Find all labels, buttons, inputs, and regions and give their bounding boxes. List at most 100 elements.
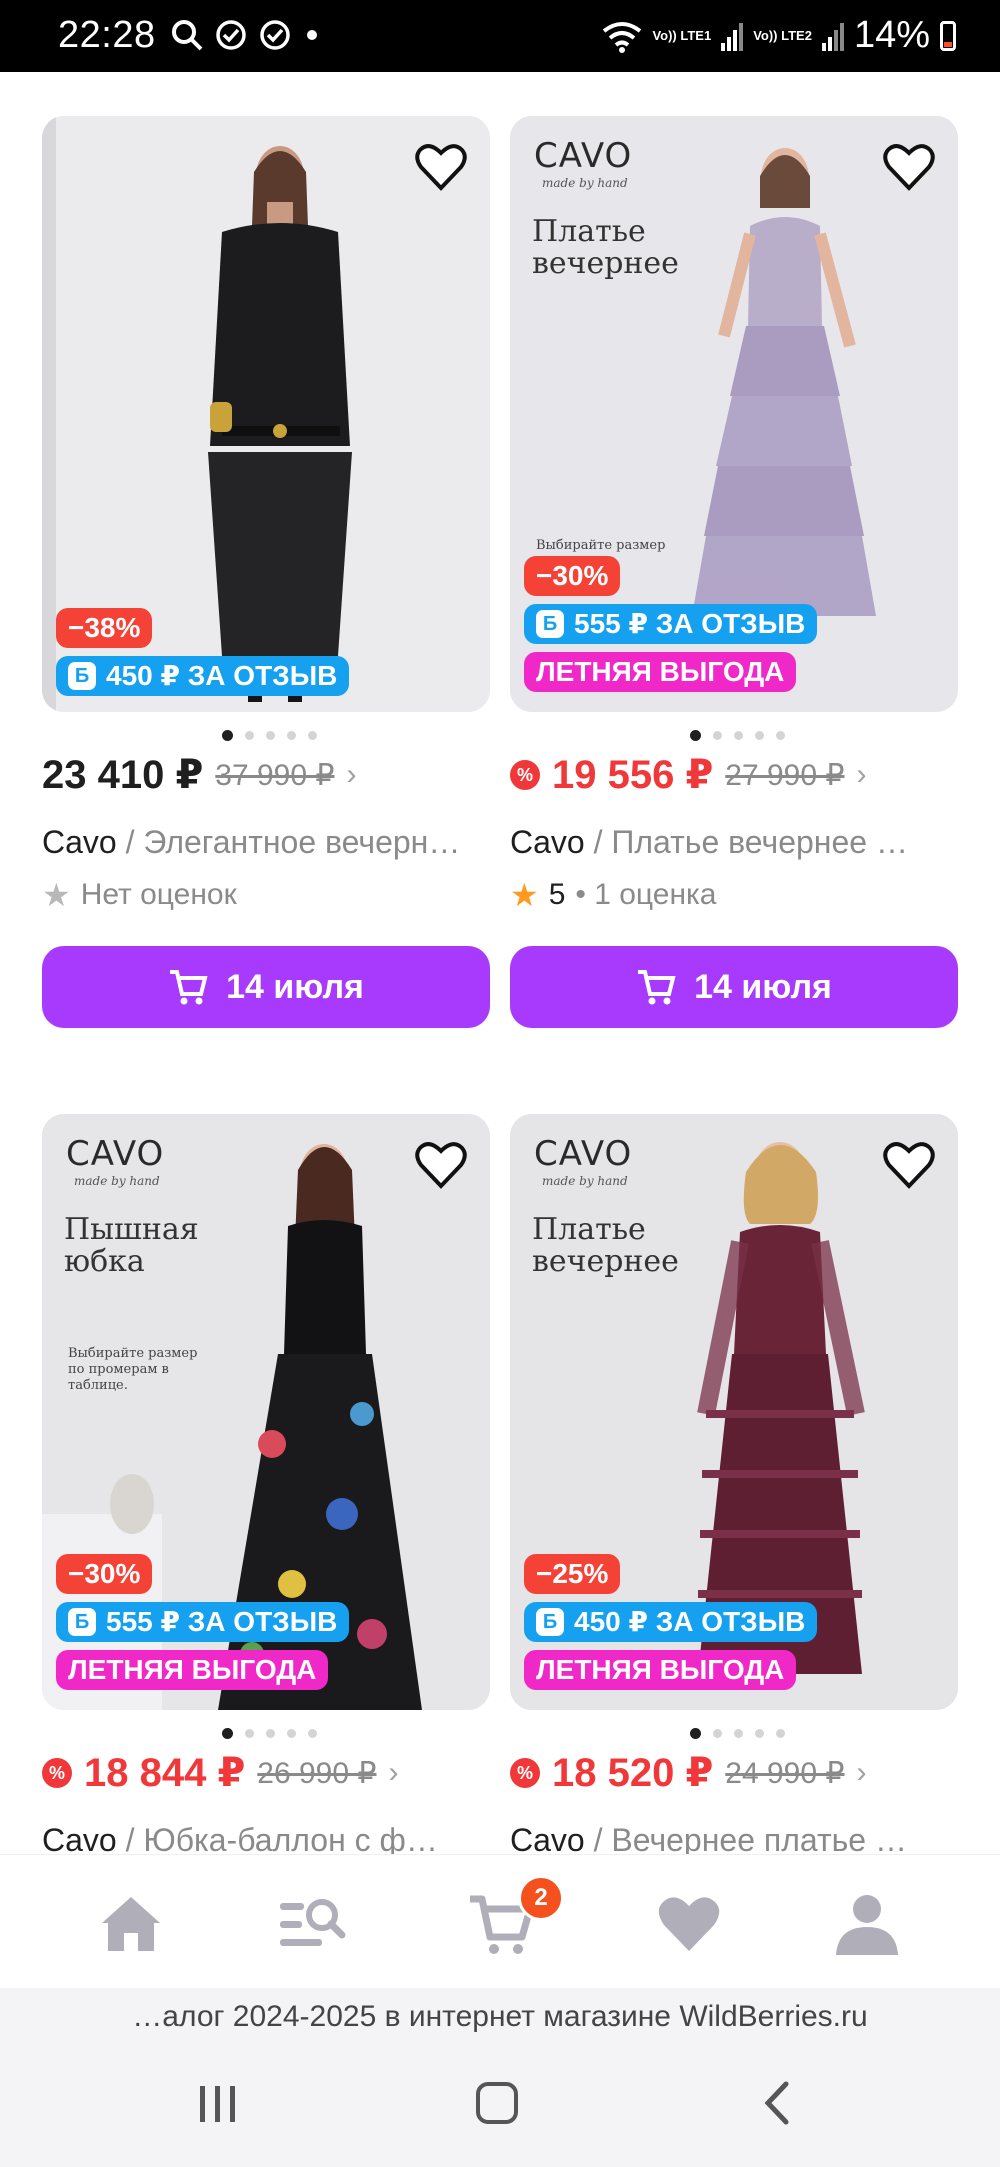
favorite-heart-icon[interactable] [880,138,938,196]
badge-stack: −30% Б 555 ₽ ЗА ОТЗЫВ ЛЕТНЯЯ ВЫГОДА [56,1554,350,1690]
old-price: 27 990 ₽ [725,758,845,792]
status-time: 22:28 [58,14,156,56]
price-row[interactable]: % 18 844 ₽ 26 990 ₽ › [42,1750,398,1796]
carousel-dot [734,731,743,740]
image-carousel-dots[interactable] [222,730,317,741]
delivery-date: 14 июля [694,967,832,1006]
product-photo[interactable]: CAVO made by hand Платье вечернее Выбира… [510,116,958,712]
product-name: / Элегантное вечерн… [116,824,461,860]
signal-icon [721,22,744,51]
rating-text: Нет оценок [80,878,237,911]
image-headline: Платье вечернее [532,214,679,281]
current-price: 18 520 ₽ [552,1751,714,1795]
carousel-dot [776,1729,785,1738]
carousel-dot [308,731,317,740]
check-circle-icon [260,20,290,50]
bonus-icon: Б [68,662,96,690]
add-to-cart-button[interactable]: 14 июля [42,946,490,1028]
product-photo[interactable]: CAVO made by hand Платье вечернее −25% Б… [510,1114,958,1710]
image-headline: Пышная юбка [64,1212,199,1279]
product-brand: Cavo [42,1822,117,1858]
carousel-dot [222,730,233,741]
review-bonus-badge: Б 555 ₽ ЗА ОТЗЫВ [524,604,818,644]
carousel-dot [776,731,785,740]
carousel-dot [690,730,701,741]
delivery-date: 14 июля [226,967,364,1006]
carousel-dot [287,731,296,740]
status-left-icons [170,18,322,52]
product-brand: Cavo [510,824,585,860]
product-title[interactable]: Cavo / Платье вечернее … [510,824,958,861]
home-button-icon[interactable] [474,2080,520,2126]
product-brand: Cavo [42,824,117,860]
search-icon [172,20,203,51]
catalog-search-icon[interactable] [276,1889,346,1959]
carousel-dot [755,731,764,740]
image-carousel-dots[interactable] [690,730,785,741]
product-title[interactable]: Cavo / Элегантное вечерн… [42,824,490,861]
favorites-icon[interactable] [654,1889,724,1959]
sim1-label: Vo)) LTE1 [652,27,712,43]
carousel-dot [755,1729,764,1738]
current-price: 18 844 ₽ [84,1751,246,1795]
chevron-right-icon: › [856,1756,867,1789]
image-carousel-dots[interactable] [690,1728,785,1739]
carousel-dot [308,1729,317,1738]
star-icon: ★ [510,877,539,913]
carousel-dot [287,1729,296,1738]
current-price: 23 410 ₽ [42,753,204,797]
bonus-icon: Б [536,610,564,638]
image-carousel-dots[interactable] [222,1728,317,1739]
battery-percent: 14% [853,14,930,56]
favorite-heart-icon[interactable] [412,1136,470,1194]
carousel-dot [266,1729,275,1738]
rating-row: ★ Нет оценок [42,876,237,914]
image-brand-logo: CAVO [534,1134,633,1174]
chevron-right-icon: › [856,758,867,791]
carousel-dot [245,731,254,740]
carousel-dot [713,1729,722,1738]
price-row[interactable]: % 18 520 ₽ 24 990 ₽ › [510,1750,866,1796]
product-name: / Платье вечернее … [584,824,908,860]
recent-apps-icon[interactable] [196,2082,240,2126]
wifi-icon [603,21,642,53]
product-photo[interactable]: CAVO made by hand Пышная юбка Выбирайте … [42,1114,490,1710]
signal-icon [821,22,844,51]
product-photo[interactable]: −38% Б 450 ₽ ЗА ОТЗЫВ [42,116,490,712]
image-brand-tagline: made by hand [74,1174,160,1188]
bonus-icon: Б [68,1608,96,1636]
review-bonus-badge: Б 450 ₽ ЗА ОТЗЫВ [524,1602,818,1642]
promo-percent-icon: % [510,1758,540,1788]
badge-stack: −30% Б 555 ₽ ЗА ОТЗЫВ ЛЕТНЯЯ ВЫГОДА [524,556,818,692]
summer-sale-badge: ЛЕТНЯЯ ВЫГОДА [524,652,797,692]
image-note: Выбирайте размер по промерам в таблице. [68,1346,198,1393]
favorite-heart-icon[interactable] [412,138,470,196]
carousel-dot [690,1728,701,1739]
sim2-label: Vo)) LTE2 [753,27,812,43]
discount-badge: −38% [56,608,153,648]
image-brand-logo: CAVO [66,1134,165,1174]
status-right: Vo)) LTE1 Vo)) LTE2 14% [602,14,956,57]
cart-icon [170,970,208,1005]
back-icon[interactable] [760,2080,794,2126]
price-row[interactable]: % 19 556 ₽ 27 990 ₽ › [510,752,866,798]
home-icon[interactable] [96,1889,166,1959]
discount-badge: −25% [524,1554,621,1594]
old-price: 24 990 ₽ [725,1756,845,1790]
image-note: Выбирайте размер [536,538,666,553]
profile-icon[interactable] [832,1889,902,1959]
badge-stack: −25% Б 450 ₽ ЗА ОТЗЫВ ЛЕТНЯЯ ВЫГОДА [524,1554,818,1690]
add-to-cart-button[interactable]: 14 июля [510,946,958,1028]
image-brand-tagline: made by hand [542,1174,628,1188]
image-headline: Платье вечернее [532,1212,679,1279]
browser-address-bar[interactable]: …алог 2024-2025 в интернет магазине Wild… [0,1988,1000,2046]
bottom-navigation: 2 [0,1854,1000,1989]
product-name: / Вечернее платье … [584,1822,907,1858]
review-bonus-badge: Б 450 ₽ ЗА ОТЗЫВ [56,656,350,696]
favorite-heart-icon[interactable] [880,1136,938,1194]
chevron-right-icon: › [388,1756,399,1789]
price-row[interactable]: 23 410 ₽ 37 990 ₽ › [42,752,356,798]
star-icon: ★ [42,877,71,913]
discount-badge: −30% [524,556,621,596]
discount-badge: −30% [56,1554,153,1594]
